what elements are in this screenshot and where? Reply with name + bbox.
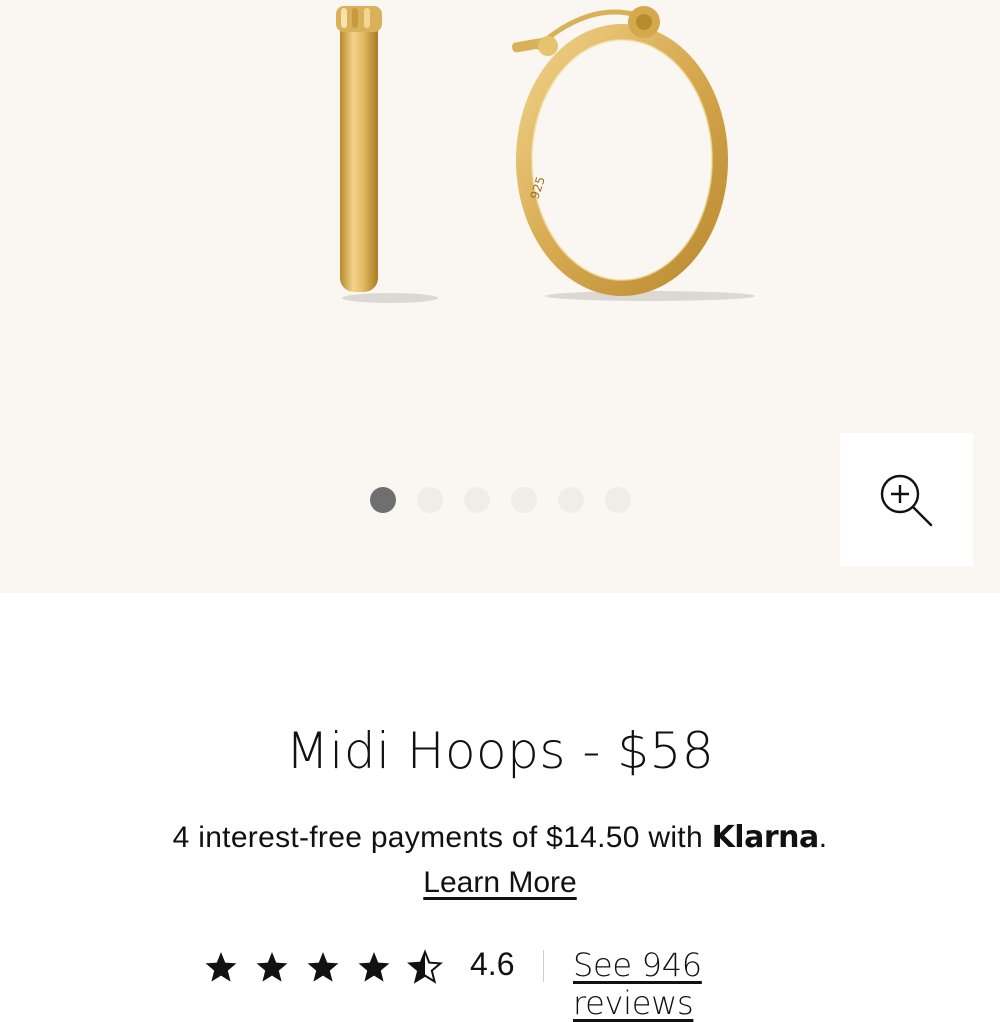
slide-dot[interactable]: [511, 487, 537, 513]
slide-dot[interactable]: [605, 487, 631, 513]
product-gallery: 925: [0, 0, 1000, 593]
learn-more-link[interactable]: Learn More: [423, 866, 576, 899]
see-reviews-link[interactable]: See 946 reviews: [573, 946, 825, 1022]
zoom-button[interactable]: [840, 433, 973, 566]
rating-value: 4.6: [470, 946, 515, 982]
klarna-payment-info: 4 interest-free payments of $14.50 with …: [0, 820, 1000, 855]
star-icon: [256, 952, 288, 982]
klarna-suffix: .: [818, 821, 828, 854]
slide-dot[interactable]: [417, 487, 443, 513]
klarna-logo: Klarna: [711, 820, 820, 855]
star-icon: [408, 951, 442, 983]
star-icon: [307, 952, 339, 982]
rating-summary: 4.6 See 946 reviews: [205, 946, 825, 1022]
star-icon: [358, 952, 390, 982]
product-title: Midi Hoops - $58: [285, 722, 715, 780]
zoom-in-icon: [880, 474, 933, 527]
klarna-text: 4 interest-free payments of $14.50 with: [172, 821, 712, 854]
star-icon: [205, 952, 237, 982]
star-rating: [205, 951, 442, 983]
divider: [543, 950, 544, 982]
slide-dot[interactable]: [370, 487, 396, 513]
slide-dot[interactable]: [464, 487, 490, 513]
slide-dot[interactable]: [558, 487, 584, 513]
